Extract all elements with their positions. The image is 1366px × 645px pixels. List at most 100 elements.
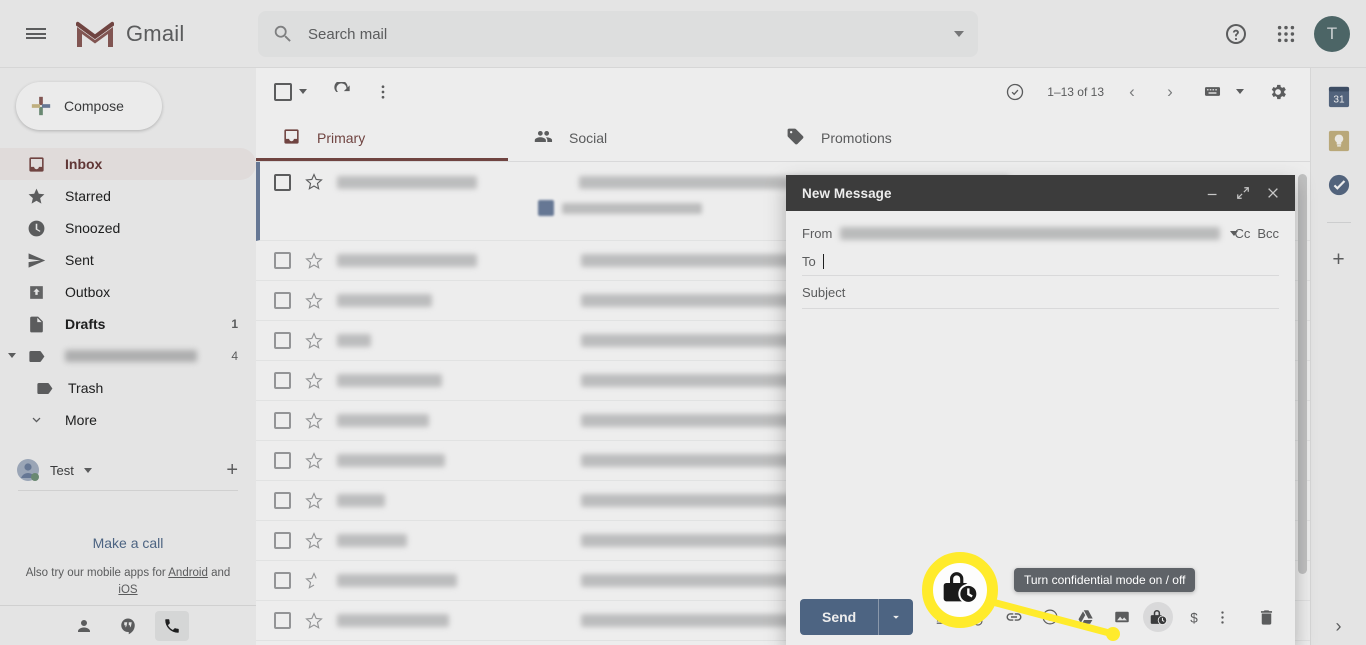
compose-from-row[interactable]: From Cc Bcc bbox=[786, 219, 1295, 247]
row-checkbox-icon[interactable] bbox=[274, 612, 291, 629]
avatar bbox=[16, 458, 40, 482]
sidebar-item-label-redacted[interactable]: 4 bbox=[0, 340, 256, 372]
row-checkbox-icon[interactable] bbox=[274, 492, 291, 509]
expand-diagonal-icon[interactable] bbox=[1235, 185, 1251, 201]
compose-footer-right bbox=[1207, 602, 1281, 632]
star-icon[interactable] bbox=[305, 571, 323, 590]
star-icon[interactable] bbox=[305, 411, 323, 430]
star-icon[interactable] bbox=[305, 371, 323, 390]
row-checkbox-icon[interactable] bbox=[274, 332, 291, 349]
star-icon[interactable] bbox=[305, 451, 323, 470]
avatar-initial: T bbox=[1326, 24, 1338, 43]
apps-grid-icon[interactable] bbox=[1264, 12, 1308, 56]
category-tabs: Primary Social Promotions bbox=[256, 115, 1310, 162]
search-bar[interactable] bbox=[258, 11, 978, 57]
confidential-mode-icon[interactable] bbox=[1143, 602, 1174, 632]
row-checkbox-icon[interactable] bbox=[274, 572, 291, 589]
sidebar-item-outbox[interactable]: Outbox bbox=[0, 276, 256, 308]
tab-promotions[interactable]: Promotions bbox=[760, 115, 1012, 161]
google-keep-icon[interactable] bbox=[1328, 130, 1350, 152]
contacts-icon[interactable] bbox=[67, 611, 101, 641]
sidebar-item-inbox[interactable]: Inbox bbox=[0, 148, 256, 180]
insert-photo-icon[interactable] bbox=[1107, 602, 1137, 632]
star-icon[interactable] bbox=[305, 291, 323, 310]
refresh-icon[interactable] bbox=[323, 72, 363, 112]
list-scrollbar[interactable] bbox=[1298, 164, 1307, 645]
hangouts-account-row[interactable]: Test + bbox=[0, 450, 256, 490]
compose-window-controls bbox=[1205, 185, 1285, 201]
android-link[interactable]: Android bbox=[168, 567, 208, 579]
add-on-plus-icon[interactable]: + bbox=[1332, 249, 1344, 270]
make-a-call-link[interactable]: Make a call bbox=[0, 535, 256, 551]
insert-emoji-icon[interactable] bbox=[1035, 602, 1065, 632]
star-icon[interactable] bbox=[305, 491, 323, 510]
sidebar-item-snoozed[interactable]: Snoozed bbox=[0, 212, 256, 244]
sidebar-item-trash[interactable]: Trash bbox=[0, 372, 256, 404]
sidebar-item-sent[interactable]: Sent bbox=[0, 244, 256, 276]
subject-placeholder: Subject bbox=[802, 284, 846, 300]
row-checkbox-icon[interactable] bbox=[274, 452, 291, 469]
add-contact-plus-icon[interactable]: + bbox=[226, 460, 238, 480]
hangouts-icon[interactable] bbox=[111, 611, 145, 641]
tab-label: Social bbox=[569, 130, 608, 146]
row-checkbox-icon[interactable] bbox=[274, 372, 291, 389]
more-vertical-icon[interactable] bbox=[363, 72, 403, 112]
send-button[interactable]: Send bbox=[800, 599, 914, 635]
chevron-right-icon[interactable]: › bbox=[1154, 76, 1186, 108]
search-input[interactable] bbox=[308, 25, 954, 43]
row-checkbox-icon[interactable] bbox=[274, 412, 291, 429]
insert-link-icon[interactable] bbox=[999, 602, 1029, 632]
expand-panel-chevron-right-icon[interactable]: › bbox=[1336, 616, 1342, 637]
star-icon[interactable] bbox=[305, 531, 323, 550]
row-checkbox-icon[interactable] bbox=[274, 532, 291, 549]
row-checkbox-icon[interactable] bbox=[274, 173, 291, 191]
insert-money-icon[interactable]: $ bbox=[1179, 602, 1209, 632]
help-circle-icon[interactable] bbox=[1214, 12, 1258, 56]
tab-primary[interactable]: Primary bbox=[256, 115, 508, 161]
sidebar-item-starred[interactable]: Starred bbox=[0, 180, 256, 212]
star-icon[interactable] bbox=[305, 611, 323, 630]
trash-icon[interactable] bbox=[1251, 602, 1281, 632]
row-checkbox-icon[interactable] bbox=[274, 252, 291, 269]
compose-to-field[interactable]: To bbox=[802, 247, 1279, 276]
select-all-checkbox-icon[interactable] bbox=[274, 82, 292, 101]
keyboard-icon[interactable] bbox=[1192, 72, 1232, 112]
send-chevron-down-icon[interactable] bbox=[879, 610, 913, 624]
row-attachment-chip[interactable] bbox=[538, 200, 702, 216]
account-chevron-down-icon[interactable] bbox=[83, 467, 92, 473]
star-icon[interactable] bbox=[305, 331, 323, 350]
compose-header[interactable]: New Message bbox=[786, 175, 1295, 211]
phone-icon[interactable] bbox=[155, 610, 189, 641]
sidebar-item-more[interactable]: More bbox=[0, 404, 256, 436]
cc-button[interactable]: Cc bbox=[1234, 226, 1250, 241]
scrollbar-thumb[interactable] bbox=[1298, 174, 1307, 574]
row-checkbox-icon[interactable] bbox=[274, 292, 291, 309]
ios-link[interactable]: iOS bbox=[118, 584, 137, 596]
rail-divider bbox=[1326, 222, 1351, 223]
keyboard-chevron-down-icon[interactable] bbox=[1236, 89, 1244, 94]
search-options-chevron-down-icon[interactable] bbox=[954, 31, 964, 37]
google-calendar-icon[interactable]: 31 bbox=[1328, 86, 1350, 108]
avatar[interactable]: T bbox=[1314, 16, 1350, 52]
gmail-logo[interactable]: Gmail bbox=[74, 18, 184, 50]
compose-body[interactable] bbox=[786, 309, 1295, 589]
more-vertical-icon[interactable] bbox=[1207, 602, 1237, 632]
chevron-left-icon[interactable]: ‹ bbox=[1116, 76, 1148, 108]
compose-subject-field[interactable]: Subject bbox=[802, 276, 1279, 309]
expand-chevron-down-icon[interactable] bbox=[8, 353, 16, 358]
bcc-button[interactable]: Bcc bbox=[1257, 226, 1279, 241]
sidebar-item-drafts[interactable]: Drafts 1 bbox=[0, 308, 256, 340]
minimize-icon[interactable] bbox=[1205, 185, 1221, 201]
star-icon[interactable] bbox=[305, 173, 323, 191]
google-tasks-icon[interactable] bbox=[1328, 174, 1350, 196]
compose-button[interactable]: Compose bbox=[16, 82, 162, 130]
hamburger-menu-icon[interactable] bbox=[12, 10, 60, 58]
star-icon[interactable] bbox=[305, 251, 323, 270]
select-all-chevron-down-icon[interactable] bbox=[299, 89, 307, 94]
close-icon[interactable] bbox=[1265, 185, 1281, 201]
tab-social[interactable]: Social bbox=[508, 115, 760, 161]
split-pane-icon[interactable] bbox=[995, 72, 1035, 112]
sidebar-nav: Inbox Starred Snoozed Sent Outbox Drafts… bbox=[0, 148, 256, 436]
google-drive-icon[interactable] bbox=[1071, 602, 1101, 632]
gear-icon[interactable] bbox=[1258, 72, 1298, 112]
